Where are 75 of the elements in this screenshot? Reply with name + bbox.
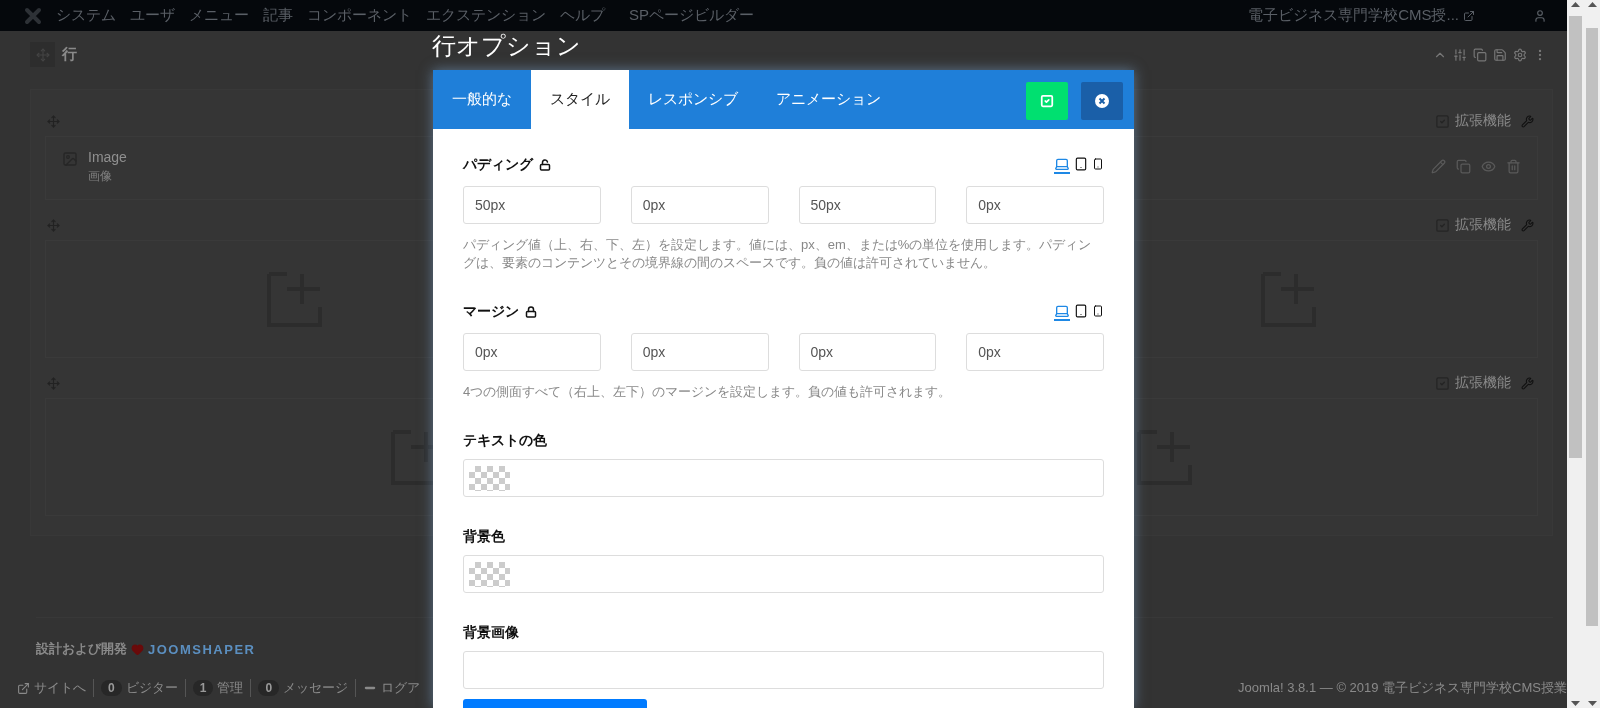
save-icon[interactable] bbox=[1493, 47, 1507, 62]
modal-title: 行オプション bbox=[432, 33, 581, 59]
site-link[interactable]: サイトへ bbox=[10, 679, 94, 697]
scrollbar[interactable] bbox=[1584, 0, 1600, 708]
logo-icon[interactable] bbox=[24, 6, 42, 25]
scrollbar-thumb[interactable] bbox=[1586, 28, 1598, 626]
field-label: パディング bbox=[463, 156, 533, 174]
count-badge: 0 bbox=[101, 680, 122, 696]
check-icon bbox=[1040, 94, 1054, 108]
addon-title: Image bbox=[88, 149, 127, 165]
help-text: パディング値（上、右、下、左）を設定します。値には、px、em、または%の単位を使用します。パディングは、要素のコンテンツとその境界線の間のスペースです。負の値は許可されていません。 bbox=[463, 236, 1093, 272]
version-text: Joomla! 3.8.1 — © 2019 電子ビジネス専門学校CMS授業 bbox=[1238, 679, 1567, 697]
spacing-input[interactable]: 0px bbox=[630, 333, 769, 371]
nav-menu-item[interactable]: 記事 bbox=[263, 6, 293, 25]
count-badge: 0 bbox=[258, 680, 280, 696]
spacing-input[interactable]: 0px bbox=[966, 333, 1104, 371]
wrench-icon[interactable] bbox=[1521, 376, 1534, 390]
spacing-input[interactable]: 0px bbox=[798, 333, 937, 371]
nav-menu-item[interactable]: システム bbox=[56, 6, 116, 25]
spacing-input[interactable]: 50px bbox=[463, 186, 601, 224]
tab[interactable]: スタイル bbox=[531, 70, 629, 129]
scrollbar-thumb[interactable] bbox=[1569, 16, 1582, 458]
addon-action-label[interactable]: 拡張機能 bbox=[1455, 216, 1511, 234]
addon-subtitle: 画像 bbox=[88, 168, 113, 185]
close-button[interactable] bbox=[1081, 82, 1123, 120]
nav-menu-item[interactable]: コンポーネント bbox=[307, 6, 412, 25]
copy-icon[interactable] bbox=[1456, 159, 1471, 174]
count-badge: 1 bbox=[192, 680, 214, 696]
scrollbar[interactable] bbox=[1567, 0, 1584, 708]
unlock-icon[interactable] bbox=[539, 159, 551, 171]
site-name-link[interactable]: 電子ビジネス専門学校CMS授... bbox=[1248, 6, 1459, 25]
trash-icon[interactable] bbox=[1506, 159, 1521, 174]
help-text: 4つの側面すべて（右上、左下）のマージンを設定します。負の値も許可されます。 bbox=[463, 383, 953, 401]
tab[interactable]: 一般的な bbox=[433, 70, 531, 129]
field-label: 背景画像 bbox=[463, 624, 519, 642]
sliders-icon[interactable] bbox=[1453, 47, 1467, 62]
tab[interactable]: アニメーション bbox=[757, 70, 900, 129]
status-link[interactable]: 1 管理 bbox=[185, 679, 252, 697]
lock-icon[interactable] bbox=[525, 306, 537, 318]
nav-menu-item[interactable]: SPページビルダー bbox=[629, 6, 754, 25]
logout-link[interactable]: ログア bbox=[356, 679, 428, 697]
addon-action-label[interactable]: 拡張機能 bbox=[1455, 374, 1511, 392]
status-link[interactable]: 0 ビジター bbox=[94, 679, 186, 697]
addon-action-label[interactable]: 拡張機能 bbox=[1455, 112, 1511, 130]
field-label: マージン bbox=[463, 303, 519, 321]
spacing-input[interactable]: 50px bbox=[798, 186, 937, 224]
heart-icon bbox=[131, 642, 144, 656]
spacing-input[interactable]: 0px bbox=[463, 333, 601, 371]
spacing-input[interactable]: 0px bbox=[630, 186, 769, 224]
wrench-icon[interactable] bbox=[1521, 114, 1534, 128]
field-label: テキストの色 bbox=[463, 432, 547, 450]
wrench-icon[interactable] bbox=[1521, 218, 1534, 232]
external-link-icon bbox=[17, 681, 30, 695]
user-icon[interactable] bbox=[1533, 8, 1547, 23]
color-field[interactable] bbox=[463, 555, 1104, 593]
color-field[interactable] bbox=[463, 459, 1104, 497]
settings-icon[interactable] bbox=[1513, 47, 1527, 62]
edit-icon[interactable] bbox=[1431, 159, 1446, 174]
nav-menu-item[interactable]: ユーザ bbox=[130, 6, 175, 25]
image-url-field[interactable] bbox=[463, 651, 1104, 689]
tab[interactable]: レスポンシブ bbox=[629, 70, 757, 129]
spacing-input[interactable]: 0px bbox=[966, 186, 1104, 224]
external-link-icon bbox=[1463, 9, 1475, 22]
close-icon bbox=[1095, 94, 1109, 108]
credit-text: 設計および開発 bbox=[36, 640, 127, 658]
copy-icon[interactable] bbox=[1473, 47, 1487, 62]
status-link[interactable]: 0 メッセージ bbox=[251, 679, 357, 697]
field-label: 背景色 bbox=[463, 528, 505, 546]
row-title: 行 bbox=[62, 45, 77, 64]
brand-link[interactable]: JOOMSHAPER bbox=[148, 641, 256, 657]
nav-menu-item[interactable]: エクステンション bbox=[426, 6, 546, 25]
nav-menu-item[interactable]: メニュー bbox=[189, 6, 249, 25]
nav-menu-item[interactable]: ヘルプ bbox=[560, 6, 605, 25]
eye-icon[interactable] bbox=[1481, 159, 1496, 174]
apply-button[interactable] bbox=[1026, 82, 1068, 120]
